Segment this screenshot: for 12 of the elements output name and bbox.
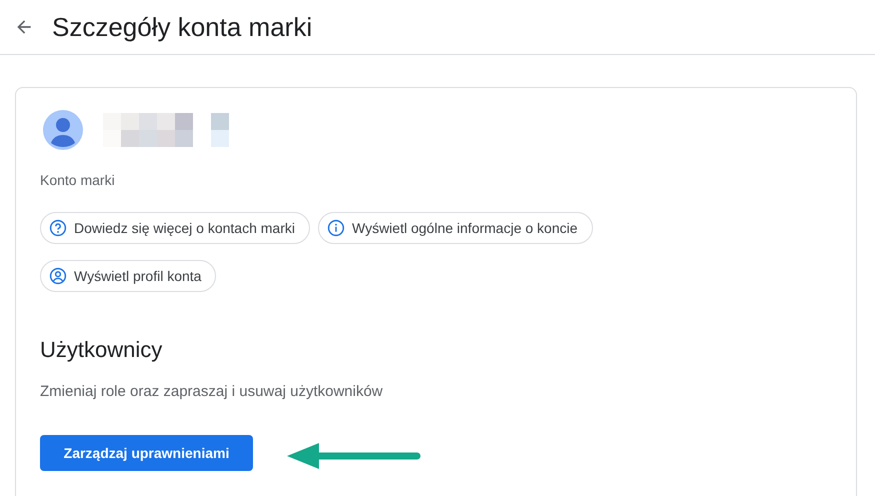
help-icon <box>49 219 67 237</box>
section-description: Zmieniaj role oraz zapraszaj i usuwaj użytkowników <box>40 383 384 400</box>
section-heading: Użytkownicy <box>40 337 164 363</box>
manage-permissions-button[interactable]: Zarządzaj uprawnieniami <box>40 435 253 471</box>
profile-icon <box>49 267 67 285</box>
chip-button[interactable]: Dowiedz się więcej o kontach marki <box>40 212 310 244</box>
info-icon <box>326 219 345 237</box>
chip-button[interactable]: Wyświetl profil konta <box>40 260 216 292</box>
avatar-icon <box>43 110 83 150</box>
chip-button[interactable]: Wyświetl ogólne informacje o koncie <box>318 212 593 244</box>
account-type-label: Konto marki <box>40 172 116 188</box>
page-title: Szczegóły konta marki <box>52 12 312 42</box>
